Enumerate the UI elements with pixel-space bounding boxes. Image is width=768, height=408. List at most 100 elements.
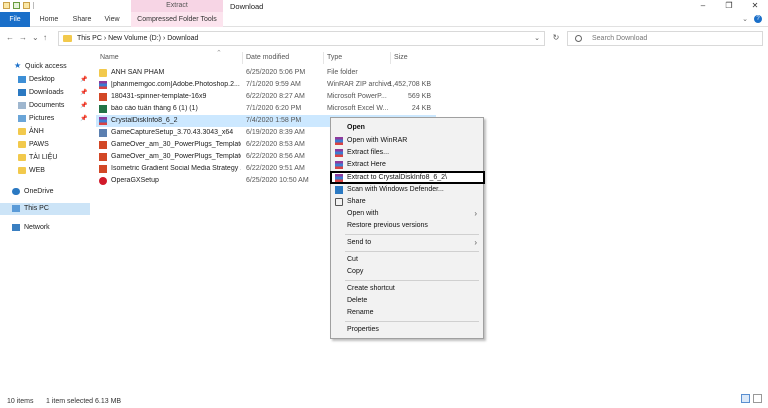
nav-item-label: WEB — [29, 167, 45, 174]
share-icon — [335, 198, 343, 206]
column-type[interactable]: Type — [327, 54, 342, 61]
tab-compressed-folder-tools[interactable]: Compressed Folder Tools — [131, 12, 223, 27]
search-placeholder: Search Download — [592, 35, 648, 42]
search-input[interactable]: Search Download — [567, 31, 763, 46]
menu-item-extract-to-folder[interactable]: Extract to CrystalDiskInfo8_6_2\ — [330, 171, 485, 184]
quick-access-toolbar — [3, 2, 34, 9]
context-menu: Open Open with WinRAR Extract files... E… — [330, 117, 485, 339]
nav-item-downloads[interactable]: Downloads 📌 — [0, 87, 90, 99]
column-divider[interactable] — [390, 52, 391, 64]
column-divider[interactable] — [242, 52, 243, 64]
nav-item-label: Pictures — [29, 115, 55, 122]
recent-locations-icon[interactable]: ⌄ — [32, 33, 39, 42]
help-icon[interactable]: ? — [754, 15, 762, 23]
nav-item-label: This PC — [24, 205, 49, 212]
star-icon: ★ — [14, 61, 22, 70]
nav-item-this-pc[interactable]: This PC — [0, 203, 90, 215]
file-date: 6/22/2020 8:27 AM — [246, 93, 305, 100]
menu-item-open-with-winrar[interactable]: Open with WinRAR — [331, 135, 483, 147]
nav-item-paws[interactable]: PAWS — [0, 139, 90, 151]
file-size: 24 KB — [411, 105, 431, 112]
menu-item-share[interactable]: Share — [331, 196, 483, 208]
tab-view[interactable]: View — [100, 12, 124, 27]
nav-item-quick-access[interactable]: ★ Quick access — [0, 61, 90, 73]
menu-item-label: Extract to CrystalDiskInfo8_6_2\ — [347, 174, 447, 181]
search-icon — [575, 35, 582, 42]
nav-item-tai-lieu[interactable]: TÀI LIỆU — [0, 152, 90, 164]
forward-icon[interactable]: → — [19, 33, 27, 42]
chevron-down-icon[interactable]: ⌄ — [742, 15, 748, 23]
up-icon[interactable]: ↑ — [43, 33, 47, 42]
file-date: 6/19/2020 8:39 AM — [246, 129, 305, 136]
column-name[interactable]: Name — [100, 54, 119, 61]
column-date-modified[interactable]: Date modified — [246, 54, 289, 61]
excel-icon — [99, 105, 107, 113]
nav-item-label: Documents — [29, 102, 65, 109]
menu-item-delete[interactable]: Delete — [331, 295, 483, 307]
folder-icon[interactable] — [3, 2, 10, 9]
download-icon — [18, 89, 26, 96]
menu-item-copy[interactable]: Copy — [331, 266, 483, 278]
back-icon[interactable]: ← — [6, 33, 14, 42]
nav-item-pictures[interactable]: Pictures 📌 — [0, 113, 90, 125]
folder-icon — [18, 167, 26, 174]
properties-icon[interactable] — [13, 2, 20, 9]
breadcrumb[interactable]: This PC › New Volume (D:) › Download — [77, 35, 198, 42]
menu-item-extract-here[interactable]: Extract Here — [331, 159, 483, 171]
nav-item-web[interactable]: WEB — [0, 165, 90, 177]
menu-item-label: Delete — [347, 297, 368, 304]
menu-item-label: Create shortcut — [347, 285, 395, 292]
file-name: GameCaptureSetup_3.70.43.3043_x64 — [111, 129, 234, 136]
tab-share[interactable]: Share — [68, 12, 96, 27]
menu-item-label: Extract files... — [347, 149, 390, 156]
powerpoint-icon — [99, 165, 107, 173]
menu-item-scan-defender[interactable]: Scan with Windows Defender... — [331, 184, 483, 196]
minimize-button[interactable]: – — [690, 0, 716, 12]
large-icons-view-icon[interactable] — [753, 394, 762, 403]
nav-item-label: PAWS — [29, 141, 49, 148]
nav-item-label: OneDrive — [24, 188, 54, 195]
item-count: 10 items — [7, 398, 34, 405]
selection-info: 1 item selected 6.13 MB — [46, 398, 122, 405]
nav-item-network[interactable]: Network — [0, 222, 90, 234]
pin-icon[interactable]: 📌 — [80, 102, 87, 109]
file-date: 6/25/2020 5:06 PM — [246, 69, 306, 76]
column-size[interactable]: Size — [394, 54, 408, 61]
file-row[interactable]: ẢNH SẢN PHẨM 6/25/2020 5:06 PM File fold… — [96, 67, 436, 79]
file-type: Microsoft Excel W... — [327, 105, 389, 112]
maximize-button[interactable]: ❐ — [716, 0, 742, 12]
menu-item-restore-previous-versions[interactable]: Restore previous versions — [331, 220, 483, 232]
menu-item-send-to[interactable]: Send to › — [331, 237, 483, 249]
menu-item-properties[interactable]: Properties — [331, 324, 483, 336]
nav-item-onedrive[interactable]: OneDrive — [0, 186, 90, 198]
column-divider[interactable] — [323, 52, 324, 64]
menu-item-create-shortcut[interactable]: Create shortcut — [331, 283, 483, 295]
pin-icon[interactable]: 📌 — [80, 115, 87, 122]
chevron-down-icon[interactable]: ⌄ — [534, 34, 540, 42]
tab-file[interactable]: File — [0, 12, 30, 27]
refresh-icon[interactable]: ↻ — [550, 32, 562, 44]
file-row[interactable]: [phanmemgoc.com]Adobe.Photoshop.2... 7/1… — [96, 79, 436, 91]
defender-icon — [335, 186, 343, 194]
new-folder-icon[interactable] — [23, 2, 30, 9]
nav-item-documents[interactable]: Documents 📌 — [0, 100, 90, 112]
details-view-icon[interactable] — [741, 394, 750, 403]
tab-home[interactable]: Home — [35, 12, 63, 27]
nav-item-desktop[interactable]: Desktop 📌 — [0, 74, 90, 86]
menu-item-rename[interactable]: Rename — [331, 307, 483, 319]
file-name: báo cáo tuần tháng 6 (1) (1) — [111, 105, 198, 112]
menu-item-open[interactable]: Open — [331, 122, 483, 134]
menu-item-open-with[interactable]: Open with › — [331, 208, 483, 220]
address-bar[interactable]: This PC › New Volume (D:) › Download ⌄ — [58, 31, 545, 46]
pin-icon[interactable]: 📌 — [80, 89, 87, 96]
file-row[interactable]: 180431-spinner-template-16x9 6/22/2020 8… — [96, 91, 436, 103]
close-button[interactable]: ✕ — [742, 0, 768, 12]
column-headers: Name Date modified Type Size ⌃ — [96, 50, 768, 65]
pin-icon[interactable]: 📌 — [80, 76, 87, 83]
file-row[interactable]: báo cáo tuần tháng 6 (1) (1) 7/1/2020 6:… — [96, 103, 436, 115]
nav-item-anh[interactable]: ẢNH — [0, 126, 90, 138]
file-type: Microsoft PowerP... — [327, 93, 387, 100]
menu-item-cut[interactable]: Cut — [331, 254, 483, 266]
menu-item-extract-files[interactable]: Extract files... — [331, 147, 483, 159]
title-bar: Extract Download – ❐ ✕ — [0, 0, 768, 12]
